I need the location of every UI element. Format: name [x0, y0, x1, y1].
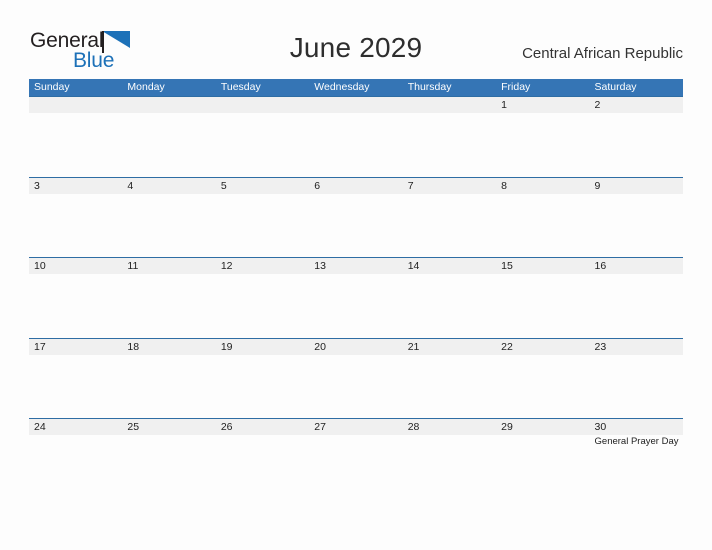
week-content-band: [29, 274, 683, 338]
day-number[interactable]: 11: [122, 258, 215, 274]
day-cell[interactable]: [122, 355, 215, 419]
holiday-label: General Prayer Day: [594, 436, 679, 447]
calendar-grid: Sunday Monday Tuesday Wednesday Thursday Frid…: [29, 79, 683, 499]
day-cell[interactable]: [496, 355, 589, 419]
calendar-weeks: 1 2 3 4 5 6 7 8 9 10 11 12 13 14 15 16 17 18 19 20 21 22 23 24 2…: [29, 96, 683, 499]
calendar-week-row: 17 18 19 20 21 22 23: [29, 337, 683, 419]
day-cell[interactable]: [29, 355, 122, 419]
day-cell: [122, 113, 215, 177]
week-content-band: General Prayer Day: [29, 435, 683, 499]
week-date-band: 24 25 26 27 28 29 30: [29, 419, 683, 435]
day-cell[interactable]: [122, 435, 215, 499]
weekday-header-saturday: Saturday: [594, 81, 637, 93]
day-number[interactable]: 25: [122, 419, 215, 435]
day-cell-empty: [309, 97, 402, 113]
day-cell[interactable]: [29, 435, 122, 499]
day-number[interactable]: 7: [403, 178, 496, 194]
day-number[interactable]: 23: [590, 339, 683, 355]
day-number[interactable]: 9: [590, 178, 683, 194]
calendar-week-row: 12: [29, 96, 683, 177]
day-cell: [29, 113, 122, 177]
weekday-header-thursday: Thursday: [407, 81, 452, 93]
day-cell-empty: [403, 97, 496, 113]
day-number[interactable]: 3: [29, 178, 122, 194]
day-number[interactable]: 16: [590, 258, 683, 274]
day-number[interactable]: 24: [29, 419, 122, 435]
day-number[interactable]: 5: [216, 178, 309, 194]
weekday-header-friday: Friday: [501, 81, 531, 93]
day-number[interactable]: 30: [590, 419, 683, 435]
day-cell[interactable]: [216, 435, 309, 499]
week-date-band: 17 18 19 20 21 22 23: [29, 338, 683, 355]
day-cell[interactable]: [122, 194, 215, 258]
calendar-week-row: 10 11 12 13 14 15 16: [29, 257, 683, 338]
day-cell[interactable]: [496, 435, 589, 499]
day-number[interactable]: 1: [496, 97, 589, 113]
day-number[interactable]: 18: [122, 339, 215, 355]
calendar-week-row: 3456789: [29, 176, 683, 258]
day-cell: [403, 113, 496, 177]
day-number[interactable]: 12: [216, 258, 309, 274]
day-cell[interactable]: General Prayer Day: [590, 435, 683, 499]
day-number[interactable]: 10: [29, 258, 122, 274]
calendar-week-row: 24 25 26 27 28 29 30 General Prayer Day: [29, 418, 683, 499]
day-number[interactable]: 4: [122, 178, 215, 194]
day-cell[interactable]: [403, 355, 496, 419]
day-cell-empty: [122, 97, 215, 113]
day-cell: [309, 113, 402, 177]
day-cell[interactable]: [216, 194, 309, 258]
week-content-band: [29, 193, 683, 258]
day-number[interactable]: 13: [309, 258, 402, 274]
day-cell[interactable]: [590, 355, 683, 419]
day-cell[interactable]: [309, 355, 402, 419]
page-header: General Blue June 2029 Central African R…: [0, 0, 712, 78]
day-cell[interactable]: [496, 274, 589, 338]
day-cell[interactable]: [309, 435, 402, 499]
day-number[interactable]: 29: [496, 419, 589, 435]
day-cell[interactable]: [29, 194, 122, 258]
day-number[interactable]: 26: [216, 419, 309, 435]
day-cell: [216, 113, 309, 177]
day-number[interactable]: 2: [590, 97, 683, 113]
day-cell[interactable]: [216, 274, 309, 338]
weekday-header-sunday: Sunday: [34, 81, 70, 93]
day-cell[interactable]: [216, 355, 309, 419]
weekday-header-monday: Monday: [127, 81, 165, 93]
day-cell[interactable]: [309, 194, 402, 258]
day-cell[interactable]: [403, 274, 496, 338]
day-number[interactable]: 27: [309, 419, 402, 435]
week-date-band: 10 11 12 13 14 15 16: [29, 258, 683, 274]
day-cell[interactable]: [496, 113, 589, 177]
day-cell[interactable]: [122, 274, 215, 338]
day-number[interactable]: 15: [496, 258, 589, 274]
day-cell[interactable]: [590, 113, 683, 177]
day-number[interactable]: 21: [403, 339, 496, 355]
day-cell-empty: [216, 97, 309, 113]
week-date-band: 12: [29, 97, 683, 113]
day-number[interactable]: 28: [403, 419, 496, 435]
day-cell[interactable]: [590, 274, 683, 338]
weekday-header-row: Sunday Monday Tuesday Wednesday Thursday Frid…: [29, 79, 683, 96]
weekday-header-tuesday: Tuesday: [220, 81, 261, 93]
day-cell[interactable]: [309, 274, 402, 338]
day-cell[interactable]: [403, 194, 496, 258]
day-number[interactable]: 6: [309, 178, 402, 194]
weekday-header-wednesday: Wednesday: [314, 81, 370, 93]
day-number[interactable]: 22: [496, 339, 589, 355]
day-cell[interactable]: [590, 194, 683, 258]
day-cell[interactable]: [403, 435, 496, 499]
day-number[interactable]: 14: [403, 258, 496, 274]
day-number[interactable]: 8: [496, 178, 589, 194]
day-cell[interactable]: [496, 194, 589, 258]
week-date-band: 3456789: [29, 177, 683, 194]
week-content-band: [29, 113, 683, 177]
day-cell[interactable]: [29, 274, 122, 338]
day-number[interactable]: 20: [309, 339, 402, 355]
calendar-page: General Blue June 2029 Central African R…: [0, 0, 712, 550]
day-number[interactable]: 17: [29, 339, 122, 355]
day-number[interactable]: 19: [216, 339, 309, 355]
country-label: Central African Republic: [522, 45, 683, 62]
day-cell-empty: [29, 97, 122, 113]
week-content-band: [29, 354, 683, 419]
